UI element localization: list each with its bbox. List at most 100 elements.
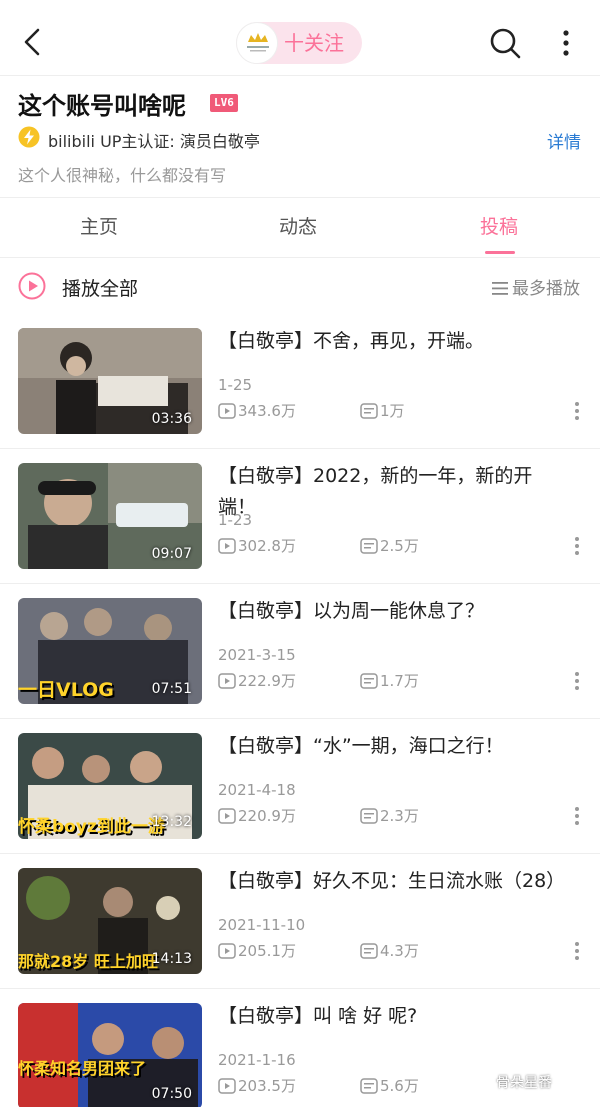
video-item[interactable]: 一日VLOG 07:51 【白敬亭】以为周一能休息了？ 2021-3-15 22… (0, 584, 600, 719)
watermark: 骨朵星番 (496, 1075, 552, 1091)
more-vertical-icon[interactable] (556, 26, 576, 60)
details-link[interactable]: 详情 (547, 128, 581, 153)
play-count-value: 302.8万 (238, 537, 296, 555)
video-date: 2021-3-15 (218, 646, 296, 664)
play-count: 220.9万 (218, 805, 296, 826)
bio-text: 这个人很神秘，什么都没有写 (18, 166, 227, 185)
play-count-icon (218, 403, 236, 419)
play-count-value: 220.9万 (238, 807, 296, 825)
play-count: 203.5万 (218, 1075, 296, 1096)
danmaku-count-value: 5.6万 (380, 1077, 419, 1095)
danmaku-icon (360, 403, 378, 419)
danmaku-count: 1万 (360, 400, 405, 421)
danmaku-count-value: 1.7万 (380, 672, 419, 690)
video-thumbnail[interactable]: 怀柔知名男团来了 07:50 (18, 1003, 202, 1107)
video-more-icon[interactable] (570, 400, 584, 422)
video-date: 2021-4-18 (218, 781, 296, 799)
play-count: 222.9万 (218, 670, 296, 691)
play-count-icon (218, 943, 236, 959)
danmaku-count: 1.7万 (360, 670, 419, 691)
danmaku-icon (360, 673, 378, 689)
play-count-icon (218, 673, 236, 689)
video-more-icon[interactable] (570, 670, 584, 692)
video-item[interactable]: 03:36 【白敬亭】不舍，再见，开端。 1-25 343.6万 1万 (0, 314, 600, 449)
video-date: 1-23 (218, 511, 253, 529)
video-item[interactable]: 那就28岁 旺上加旺 14:13 【白敬亭】好久不见：生日流水账（28） 202… (0, 854, 600, 989)
verified-lightning-icon (18, 126, 40, 148)
play-count-icon (218, 808, 236, 824)
verification-text: bilibili UP主认证: 演员白敬亭 (48, 132, 260, 151)
video-thumbnail[interactable]: 03:36 (18, 328, 202, 434)
video-more-icon[interactable] (570, 940, 584, 962)
video-thumbnail[interactable]: 那就28岁 旺上加旺 14:13 (18, 868, 202, 974)
video-title[interactable]: 【白敬亭】2022，新的一年，新的开端！ (218, 461, 568, 523)
play-count-value: 222.9万 (238, 672, 296, 690)
play-count-icon (218, 538, 236, 554)
video-title[interactable]: 【白敬亭】不舍，再见，开端。 (218, 326, 568, 357)
tab-home[interactable]: 主页 (80, 212, 118, 239)
video-thumbnail[interactable]: 怀柔boyz到此一游 13:32 (18, 733, 202, 839)
back-icon[interactable] (18, 24, 48, 60)
video-title[interactable]: 【白敬亭】叫 啥 好 呢? (218, 1001, 568, 1032)
video-thumbnail[interactable]: 09:07 (18, 463, 202, 569)
profile-tabs: 主页 动态 投稿 (0, 198, 600, 258)
sort-button[interactable]: 最多播放 (492, 274, 580, 299)
play-all-row: 播放全部 最多播放 (0, 258, 600, 314)
video-duration: 13:32 (151, 814, 192, 830)
thumbnail-caption: 那就28岁 旺上加旺 (18, 952, 158, 971)
play-all-button[interactable]: 播放全部 (62, 274, 138, 301)
video-duration: 14:13 (151, 951, 192, 967)
danmaku-icon (360, 808, 378, 824)
thumbnail-caption: 怀柔boyz到此一游 (18, 817, 165, 837)
danmaku-icon (360, 943, 378, 959)
thumbnail-caption: 一日VLOG (18, 679, 114, 701)
danmaku-count: 5.6万 (360, 1075, 419, 1096)
tab-dynamic[interactable]: 动态 (279, 212, 317, 239)
search-icon[interactable] (488, 26, 522, 60)
profile-header: 这个账号叫啥呢 LV6 bilibili UP主认证: 演员白敬亭 详情 这个人… (0, 76, 600, 198)
danmaku-count: 2.3万 (360, 805, 419, 826)
video-item[interactable]: 09:07 【白敬亭】2022，新的一年，新的开端！ 1-23 302.8万 2… (0, 449, 600, 584)
play-circle-icon[interactable] (18, 272, 46, 300)
video-title[interactable]: 【白敬亭】以为周一能休息了？ (218, 596, 568, 627)
play-count: 302.8万 (218, 535, 296, 556)
video-duration: 03:36 (151, 411, 192, 427)
play-count-icon (218, 1078, 236, 1094)
follow-button[interactable]: 十关注 (284, 22, 344, 64)
video-duration: 07:50 (151, 1086, 192, 1102)
video-date: 2021-1-16 (218, 1051, 296, 1069)
video-more-icon[interactable] (570, 535, 584, 557)
danmaku-count: 2.5万 (360, 535, 419, 556)
play-count: 343.6万 (218, 400, 296, 421)
thumbnail-caption: 怀柔知名男团来了 (18, 1059, 147, 1078)
video-date: 2021-11-10 (218, 916, 306, 934)
follow-pill: 十关注 (236, 22, 362, 64)
play-count: 205.1万 (218, 940, 296, 961)
top-bar: 十关注 (0, 0, 600, 76)
avatar[interactable] (236, 22, 278, 64)
play-count-value: 203.5万 (238, 1077, 296, 1095)
danmaku-count-value: 4.3万 (380, 942, 419, 960)
video-date: 1-25 (218, 376, 253, 394)
active-tab-indicator (485, 251, 515, 254)
video-duration: 07:51 (151, 681, 192, 697)
play-count-value: 205.1万 (238, 942, 296, 960)
danmaku-icon (360, 538, 378, 554)
video-title[interactable]: 【白敬亭】“水”一期，海口之行！ (218, 731, 568, 762)
video-title[interactable]: 【白敬亭】好久不见：生日流水账（28） (218, 866, 568, 897)
tab-uploads[interactable]: 投稿 (480, 212, 518, 239)
level-badge: LV6 (210, 94, 238, 112)
video-duration: 09:07 (151, 546, 192, 562)
sort-lines-icon (492, 280, 508, 295)
video-thumbnail[interactable]: 一日VLOG 07:51 (18, 598, 202, 704)
play-count-value: 343.6万 (238, 402, 296, 420)
video-item[interactable]: 怀柔boyz到此一游 13:32 【白敬亭】“水”一期，海口之行！ 2021-4… (0, 719, 600, 854)
sort-label: 最多播放 (512, 279, 580, 299)
danmaku-count-value: 1万 (380, 402, 405, 420)
video-more-icon[interactable] (570, 805, 584, 827)
danmaku-count-value: 2.5万 (380, 537, 419, 555)
danmaku-count: 4.3万 (360, 940, 419, 961)
danmaku-icon (360, 1078, 378, 1094)
account-name: 这个账号叫啥呢 (18, 92, 186, 120)
danmaku-count-value: 2.3万 (380, 807, 419, 825)
